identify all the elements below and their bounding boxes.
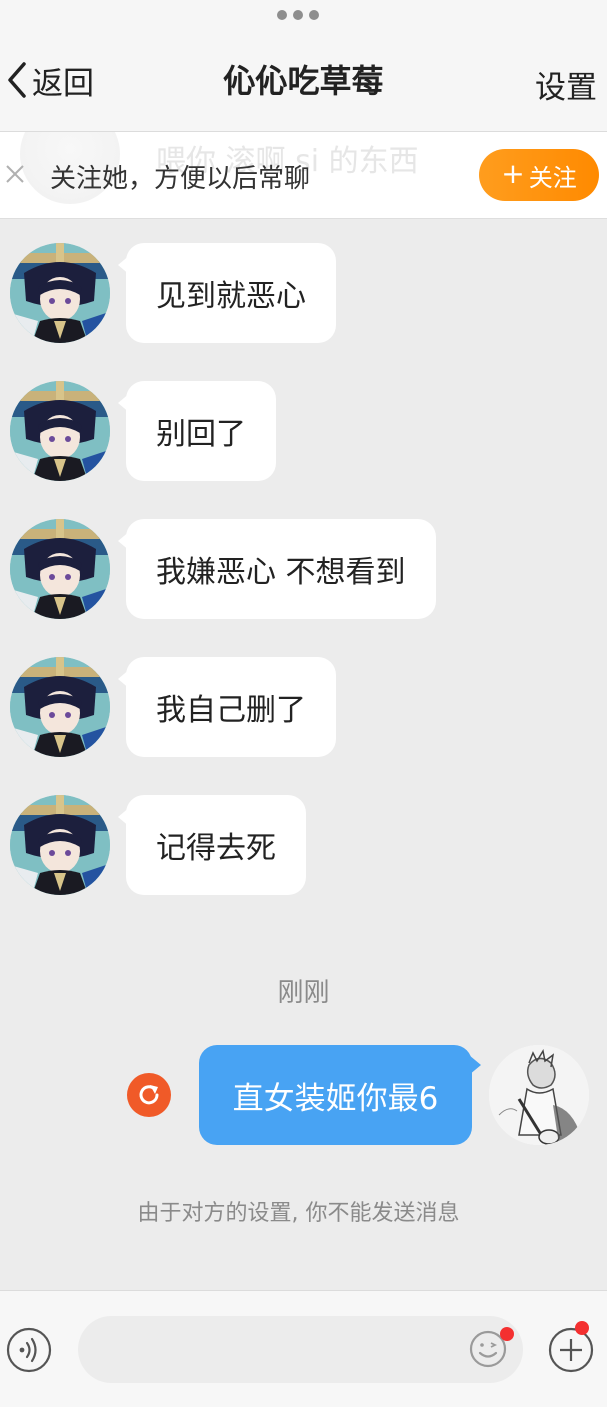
incoming-bubble[interactable]: 记得去死	[118, 795, 306, 895]
close-icon[interactable]	[3, 162, 27, 186]
incoming-message: 我自己删了	[0, 657, 607, 757]
plus-icon: +	[501, 157, 525, 190]
incoming-message: 我嫌恶心 不想看到	[0, 519, 607, 619]
incoming-message: 见到就恶心	[0, 243, 607, 343]
back-button[interactable]: 返回	[4, 58, 94, 102]
settings-button[interactable]: 设置	[535, 62, 597, 107]
blocked-notice: 由于对方的设置, 你不能发送消息	[137, 1201, 460, 1226]
emoji-badge	[500, 1327, 514, 1341]
outgoing-bubble[interactable]: 直女装姬你最6	[199, 1045, 481, 1145]
contact-avatar[interactable]	[10, 519, 110, 619]
follow-button[interactable]: + 关注	[479, 149, 599, 201]
nav-header: 返回 伈伈吃草莓 设置	[0, 0, 607, 132]
back-label: 返回	[32, 65, 94, 102]
timestamp: 刚刚	[277, 978, 330, 1008]
voice-icon[interactable]	[6, 1327, 52, 1373]
incoming-bubble[interactable]: 别回了	[118, 381, 276, 481]
chevron-left-icon	[8, 62, 26, 98]
plus-badge	[575, 1321, 589, 1335]
contact-avatar[interactable]	[10, 243, 110, 343]
follow-prompt: 关注她，方便以后常聊	[50, 164, 311, 194]
resend-button[interactable]	[127, 1073, 171, 1117]
contact-avatar[interactable]	[10, 657, 110, 757]
contact-avatar[interactable]	[10, 795, 110, 895]
refresh-icon	[139, 1085, 159, 1105]
incoming-bubble[interactable]: 我自己删了	[118, 657, 336, 757]
outgoing-message: 直女装姬你最6	[0, 1045, 607, 1145]
more-dots-icon[interactable]	[277, 10, 319, 20]
incoming-bubble[interactable]: 我嫌恶心 不想看到	[118, 519, 436, 619]
follow-banner: 喂你 滚啊 si 的东西 关注她，方便以后常聊 + 关注	[0, 132, 607, 219]
message-input[interactable]	[78, 1316, 523, 1383]
plus-icon[interactable]	[548, 1327, 594, 1373]
my-avatar[interactable]	[489, 1045, 589, 1145]
contact-avatar[interactable]	[10, 381, 110, 481]
incoming-bubble[interactable]: 见到就恶心	[118, 243, 336, 343]
follow-button-label: 关注	[528, 163, 577, 192]
incoming-message: 记得去死	[0, 795, 607, 895]
input-bar	[0, 1290, 607, 1407]
incoming-message: 别回了	[0, 381, 607, 481]
